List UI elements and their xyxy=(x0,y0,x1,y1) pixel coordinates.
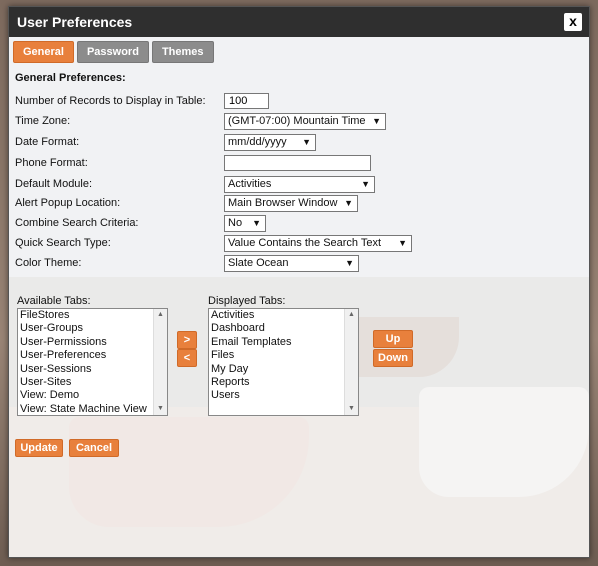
list-item[interactable]: Activities xyxy=(209,309,358,322)
combine-search-select[interactable]: No ▼ xyxy=(224,215,266,232)
records-label: Number of Records to Display in Table: xyxy=(15,95,206,107)
displayed-tabs-label: Displayed Tabs: xyxy=(208,295,286,307)
alert-popup-value: Main Browser Window xyxy=(228,197,338,209)
quick-search-row: Quick Search Type: Value Contains the Se… xyxy=(15,235,575,253)
scroll-down-icon[interactable]: ▼ xyxy=(154,403,167,415)
chevron-down-icon: ▼ xyxy=(344,198,353,208)
quick-search-value: Value Contains the Search Text xyxy=(228,237,382,249)
chevron-down-icon: ▼ xyxy=(398,238,407,248)
list-item[interactable]: User-Sites xyxy=(18,376,167,389)
preferences-dialog: User Preferences x General Password Themes… xyxy=(8,6,590,558)
scrollbar[interactable]: ▲ ▼ xyxy=(153,309,167,415)
up-button[interactable]: Up xyxy=(373,330,413,348)
default-module-select[interactable]: Activities ▼ xyxy=(224,176,375,193)
color-theme-select[interactable]: Slate Ocean ▼ xyxy=(224,255,359,272)
timezone-row: Time Zone: (GMT-07:00) Mountain Time ▼ xyxy=(15,113,575,131)
dialog-titlebar: User Preferences x xyxy=(9,7,589,37)
chevron-down-icon: ▼ xyxy=(252,218,261,228)
available-tabs-listbox[interactable]: FileStores User-Groups User-Permissions Use… xyxy=(17,308,168,416)
date-format-label: Date Format: xyxy=(15,136,80,148)
timezone-value: (GMT-07:00) Mountain Time xyxy=(228,115,366,127)
list-item[interactable]: View: Demo xyxy=(18,389,167,402)
date-format-value: mm/dd/yyyy xyxy=(228,136,287,148)
combine-search-value: No xyxy=(228,217,243,229)
scroll-up-icon[interactable]: ▲ xyxy=(345,309,358,321)
list-item[interactable]: Reports xyxy=(209,376,358,389)
chevron-down-icon: ▼ xyxy=(345,258,354,268)
timezone-label: Time Zone: xyxy=(15,115,71,127)
default-module-row: Default Module: Activities ▼ xyxy=(15,176,575,194)
list-item[interactable]: My Day xyxy=(209,363,358,376)
list-item[interactable]: Files xyxy=(209,349,358,362)
tab-bar: General Password Themes xyxy=(13,41,217,63)
section-title: General Preferences: xyxy=(15,72,126,84)
cancel-button[interactable]: Cancel xyxy=(69,439,119,457)
tab-general[interactable]: General xyxy=(13,41,74,63)
list-item[interactable]: User-Groups xyxy=(18,322,167,335)
color-theme-value: Slate Ocean xyxy=(228,257,289,269)
close-icon[interactable]: x xyxy=(564,13,582,31)
phone-format-label: Phone Format: xyxy=(15,157,88,169)
default-module-label: Default Module: xyxy=(15,178,93,190)
scrollbar[interactable]: ▲ ▼ xyxy=(344,309,358,415)
phone-format-input[interactable] xyxy=(224,155,371,171)
scroll-down-icon[interactable]: ▼ xyxy=(345,403,358,415)
list-item[interactable]: Email Templates xyxy=(209,336,358,349)
records-row: Number of Records to Display in Table: xyxy=(15,93,575,111)
list-item[interactable]: Dashboard xyxy=(209,322,358,335)
quick-search-label: Quick Search Type: xyxy=(15,237,111,249)
default-module-value: Activities xyxy=(228,178,272,190)
alert-popup-label: Alert Popup Location: xyxy=(15,197,121,209)
list-item[interactable]: User-Permissions xyxy=(18,336,167,349)
tab-password[interactable]: Password xyxy=(76,41,149,63)
scroll-up-icon[interactable]: ▲ xyxy=(154,309,167,321)
combine-search-label: Combine Search Criteria: xyxy=(15,217,139,229)
displayed-tabs-listbox[interactable]: Activities Dashboard Email Templates Files M… xyxy=(208,308,359,416)
tab-themes[interactable]: Themes xyxy=(151,41,214,63)
chevron-down-icon: ▼ xyxy=(372,116,381,126)
alert-popup-select[interactable]: Main Browser Window ▼ xyxy=(224,195,358,212)
available-tabs-label: Available Tabs: xyxy=(17,295,91,307)
chevron-down-icon: ▼ xyxy=(361,179,370,189)
timezone-select[interactable]: (GMT-07:00) Mountain Time ▼ xyxy=(224,113,386,130)
records-input[interactable] xyxy=(224,93,269,109)
date-format-row: Date Format: mm/dd/yyyy ▼ xyxy=(15,134,575,152)
combine-search-row: Combine Search Criteria: No ▼ xyxy=(15,215,575,233)
list-item[interactable]: User-Preferences xyxy=(18,349,167,362)
date-format-select[interactable]: mm/dd/yyyy ▼ xyxy=(224,134,316,151)
dialog-title: User Preferences xyxy=(17,14,133,30)
chevron-down-icon: ▼ xyxy=(302,137,311,147)
move-right-button[interactable]: > xyxy=(177,331,197,349)
move-left-button[interactable]: < xyxy=(177,349,197,367)
list-item[interactable]: User-Sessions xyxy=(18,363,167,376)
color-theme-row: Color Theme: Slate Ocean ▼ xyxy=(15,255,575,273)
alert-popup-row: Alert Popup Location: Main Browser Windo… xyxy=(15,195,575,213)
phone-format-row: Phone Format: xyxy=(15,155,575,173)
quick-search-select[interactable]: Value Contains the Search Text ▼ xyxy=(224,235,412,252)
list-item[interactable]: Users xyxy=(209,389,358,402)
list-item[interactable]: View: State Machine View xyxy=(18,403,167,415)
down-button[interactable]: Down xyxy=(373,349,413,367)
list-item[interactable]: FileStores xyxy=(18,309,167,322)
update-button[interactable]: Update xyxy=(15,439,63,457)
color-theme-label: Color Theme: xyxy=(15,257,82,269)
